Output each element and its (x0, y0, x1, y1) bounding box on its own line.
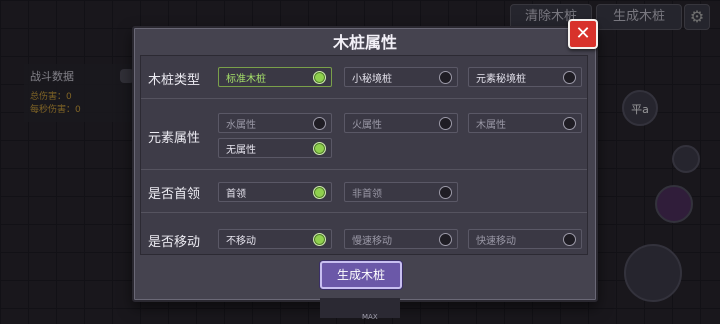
row-label: 元素属性 (148, 131, 201, 146)
radio-icon (313, 233, 326, 246)
option-slow-move[interactable]: 慢速移动 (344, 229, 458, 249)
row-is-boss: 是否首领 首领 非首领 (141, 170, 587, 213)
option-label: 元素秘境桩 (476, 74, 526, 85)
row-label: 是否移动 (148, 235, 201, 250)
radio-icon (313, 186, 326, 199)
option-wood[interactable]: 木属性 (468, 113, 582, 133)
radio-icon (439, 186, 452, 199)
option-no-move[interactable]: 不移动 (218, 229, 332, 249)
option-fire[interactable]: 火属性 (344, 113, 458, 133)
option-label: 小秘境桩 (352, 74, 392, 85)
option-label: 慢速移动 (352, 236, 392, 247)
row-element-attribute: 元素属性 水属性 火属性 木属性 无属性 (141, 99, 587, 170)
option-boss[interactable]: 首领 (218, 182, 332, 202)
option-small-realm-dummy[interactable]: 小秘境桩 (344, 67, 458, 87)
option-label: 火属性 (352, 120, 382, 131)
row-label: 木桩类型 (148, 73, 201, 88)
radio-icon (313, 71, 326, 84)
option-label: 标准木桩 (226, 74, 266, 85)
option-no-element[interactable]: 无属性 (218, 138, 332, 158)
attributes-table: 木桩类型 标准木桩 小秘境桩 元素秘境桩 元素属性 水属性 火属性 木属性 无属… (140, 55, 588, 255)
option-label: 水属性 (226, 120, 256, 131)
option-label: 非首领 (352, 189, 382, 200)
close-icon[interactable]: ✕ (568, 19, 598, 49)
row-label: 是否首领 (148, 187, 201, 202)
max-label: MAX (362, 313, 378, 321)
radio-icon (439, 71, 452, 84)
radio-icon (563, 117, 576, 130)
bottom-hotbar (320, 298, 400, 318)
radio-icon (563, 71, 576, 84)
row-dummy-type: 木桩类型 标准木桩 小秘境桩 元素秘境桩 (141, 56, 587, 99)
radio-icon (439, 233, 452, 246)
option-label: 无属性 (226, 145, 256, 156)
dialog-title: 木桩属性 (332, 33, 397, 52)
radio-icon (563, 233, 576, 246)
option-label: 首领 (226, 189, 246, 200)
option-water[interactable]: 水属性 (218, 113, 332, 133)
option-standard-dummy[interactable]: 标准木桩 (218, 67, 332, 87)
option-label: 快速移动 (476, 236, 516, 247)
option-element-realm-dummy[interactable]: 元素秘境桩 (468, 67, 582, 87)
option-label: 木属性 (476, 120, 506, 131)
option-label: 不移动 (226, 236, 256, 247)
radio-icon (439, 117, 452, 130)
row-is-moving: 是否移动 不移动 慢速移动 快速移动 (141, 213, 587, 253)
radio-icon (313, 142, 326, 155)
radio-icon (313, 117, 326, 130)
option-not-boss[interactable]: 非首领 (344, 182, 458, 202)
generate-dummy-button[interactable]: 生成木桩 (320, 261, 402, 289)
option-fast-move[interactable]: 快速移动 (468, 229, 582, 249)
